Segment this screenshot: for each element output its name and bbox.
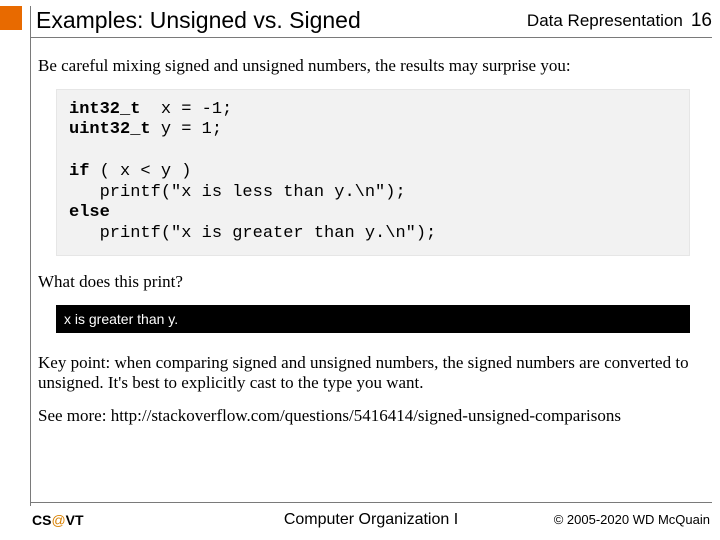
code-text: ( x < y ) [89,162,191,181]
intro-text: Be careful mixing signed and unsigned nu… [38,56,708,77]
output-text: x is greater than y. [64,311,178,327]
slide-topic: Data Representation 16 [527,10,712,32]
topic-label: Data Representation [527,11,683,31]
code-text: printf("x is greater than y.\n"); [69,224,436,243]
seemore-text: See more: http://stackoverflow.com/quest… [38,406,708,427]
output-block: x is greater than y. [56,305,690,333]
page-number: 16 [691,10,712,32]
slide-body: Be careful mixing signed and unsigned nu… [38,52,708,490]
code-kw: int32_t [69,100,140,119]
footer-org-pre: CS [32,512,51,528]
footer-left: CS@VT [30,512,84,528]
code-text: printf("x is less than y.\n"); [69,183,406,202]
footer-org-post: VT [66,512,84,528]
slide-header: Examples: Unsigned vs. Signed Data Repre… [30,4,712,38]
slide-title: Examples: Unsigned vs. Signed [36,7,361,34]
code-block: int32_t x = -1; uint32_t y = 1; if ( x <… [56,89,690,256]
code-kw: else [69,203,110,222]
slide-footer: CS@VT Computer Organization I © 2005-202… [30,502,712,532]
code-text: y = 1; [151,120,222,139]
footer-right: © 2005-2020 WD McQuain [554,512,712,527]
keypoint-text: Key point: when comparing signed and uns… [38,353,708,394]
question-text: What does this print? [38,272,708,293]
code-kw: uint32_t [69,120,151,139]
footer-at: @ [51,512,65,528]
code-text: x = -1; [140,100,232,119]
slide: Examples: Unsigned vs. Signed Data Repre… [0,0,720,540]
code-kw: if [69,162,89,181]
vertical-rule [30,6,31,506]
accent-bar [0,6,22,30]
